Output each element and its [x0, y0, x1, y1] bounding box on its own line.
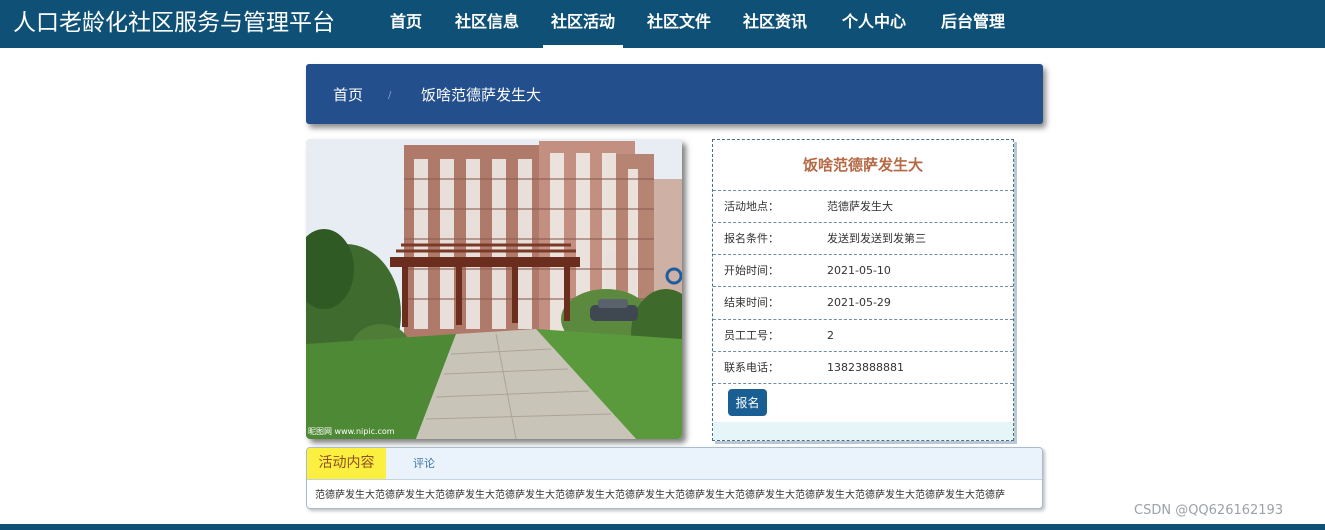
detail-row-phone: 联系电话： 13823888881 — [713, 351, 1013, 384]
detail-value: 13823888881 — [827, 361, 904, 374]
content-tabs: 活动内容 评论 — [307, 448, 1042, 480]
activity-photo-illustration — [306, 139, 682, 439]
detail-value: 发送到发送到发第三 — [827, 232, 926, 245]
detail-row-end-time: 结束时间： 2021-05-29 — [713, 286, 1013, 319]
breadcrumb-home-link[interactable]: 首页 — [333, 64, 363, 126]
nav-item-personal-center[interactable]: 个人中心 — [834, 0, 914, 48]
detail-value: 2021-05-29 — [827, 296, 891, 309]
tab-activity-content[interactable]: 活动内容 — [307, 448, 386, 479]
nav-item-community-news[interactable]: 社区资讯 — [735, 0, 815, 48]
activity-detail-card: 饭啥范德萨发生大 活动地点： 范德萨发生大 报名条件： 发送到发送到发第三 开始… — [712, 139, 1014, 441]
signup-row: 报名 — [713, 383, 1013, 423]
detail-row-location: 活动地点： 范德萨发生大 — [713, 190, 1013, 223]
bottom-strip — [0, 524, 1325, 530]
detail-row-start-time: 开始时间： 2021-05-10 — [713, 254, 1013, 287]
detail-label: 活动地点： — [724, 200, 779, 213]
signup-button[interactable]: 报名 — [728, 389, 767, 416]
activity-content-panel: 活动内容 评论 范德萨发生大范德萨发生大范德萨发生大范德萨发生大范德萨发生大范德… — [306, 447, 1043, 509]
card-footer-strip — [713, 422, 1013, 440]
nav-item-community-info[interactable]: 社区信息 — [447, 0, 527, 48]
site-title: 人口老龄化社区服务与管理平台 — [13, 10, 335, 36]
detail-row-employee-id: 员工工号： 2 — [713, 319, 1013, 352]
detail-label: 员工工号： — [724, 329, 779, 342]
detail-label: 开始时间： — [724, 264, 779, 277]
activity-photo: 昵图网 www.nipic.com — [306, 139, 682, 439]
detail-value: 2021-05-10 — [827, 264, 891, 277]
tab-comments[interactable]: 评论 — [413, 448, 435, 479]
detail-label: 报名条件： — [724, 232, 779, 245]
top-navbar: 人口老龄化社区服务与管理平台 首页 社区信息 社区活动 社区文件 社区资讯 个人… — [0, 0, 1325, 48]
activity-content-text: 范德萨发生大范德萨发生大范德萨发生大范德萨发生大范德萨发生大范德萨发生大范德萨发… — [315, 490, 1005, 501]
nav-item-community-activities[interactable]: 社区活动 — [543, 0, 623, 48]
detail-label: 联系电话： — [724, 361, 779, 374]
breadcrumb-current: 饭啥范德萨发生大 — [421, 86, 542, 104]
breadcrumb: 首页 / 饭啥范德萨发生大 — [306, 64, 1043, 124]
photo-watermark: 昵图网 www.nipic.com — [308, 427, 395, 436]
breadcrumb-separator: / — [388, 90, 392, 101]
nav-item-home[interactable]: 首页 — [375, 0, 437, 48]
detail-value: 2 — [827, 329, 834, 342]
detail-label: 结束时间： — [724, 296, 779, 309]
activity-title: 饭啥范德萨发生大 — [802, 156, 923, 174]
nav-item-admin[interactable]: 后台管理 — [933, 0, 1013, 48]
nav-item-community-files[interactable]: 社区文件 — [639, 0, 719, 48]
detail-value: 范德萨发生大 — [827, 200, 893, 213]
footer-credit: CSDN @QQ626162193 — [1134, 503, 1284, 518]
detail-row-conditions: 报名条件： 发送到发送到发第三 — [713, 222, 1013, 255]
